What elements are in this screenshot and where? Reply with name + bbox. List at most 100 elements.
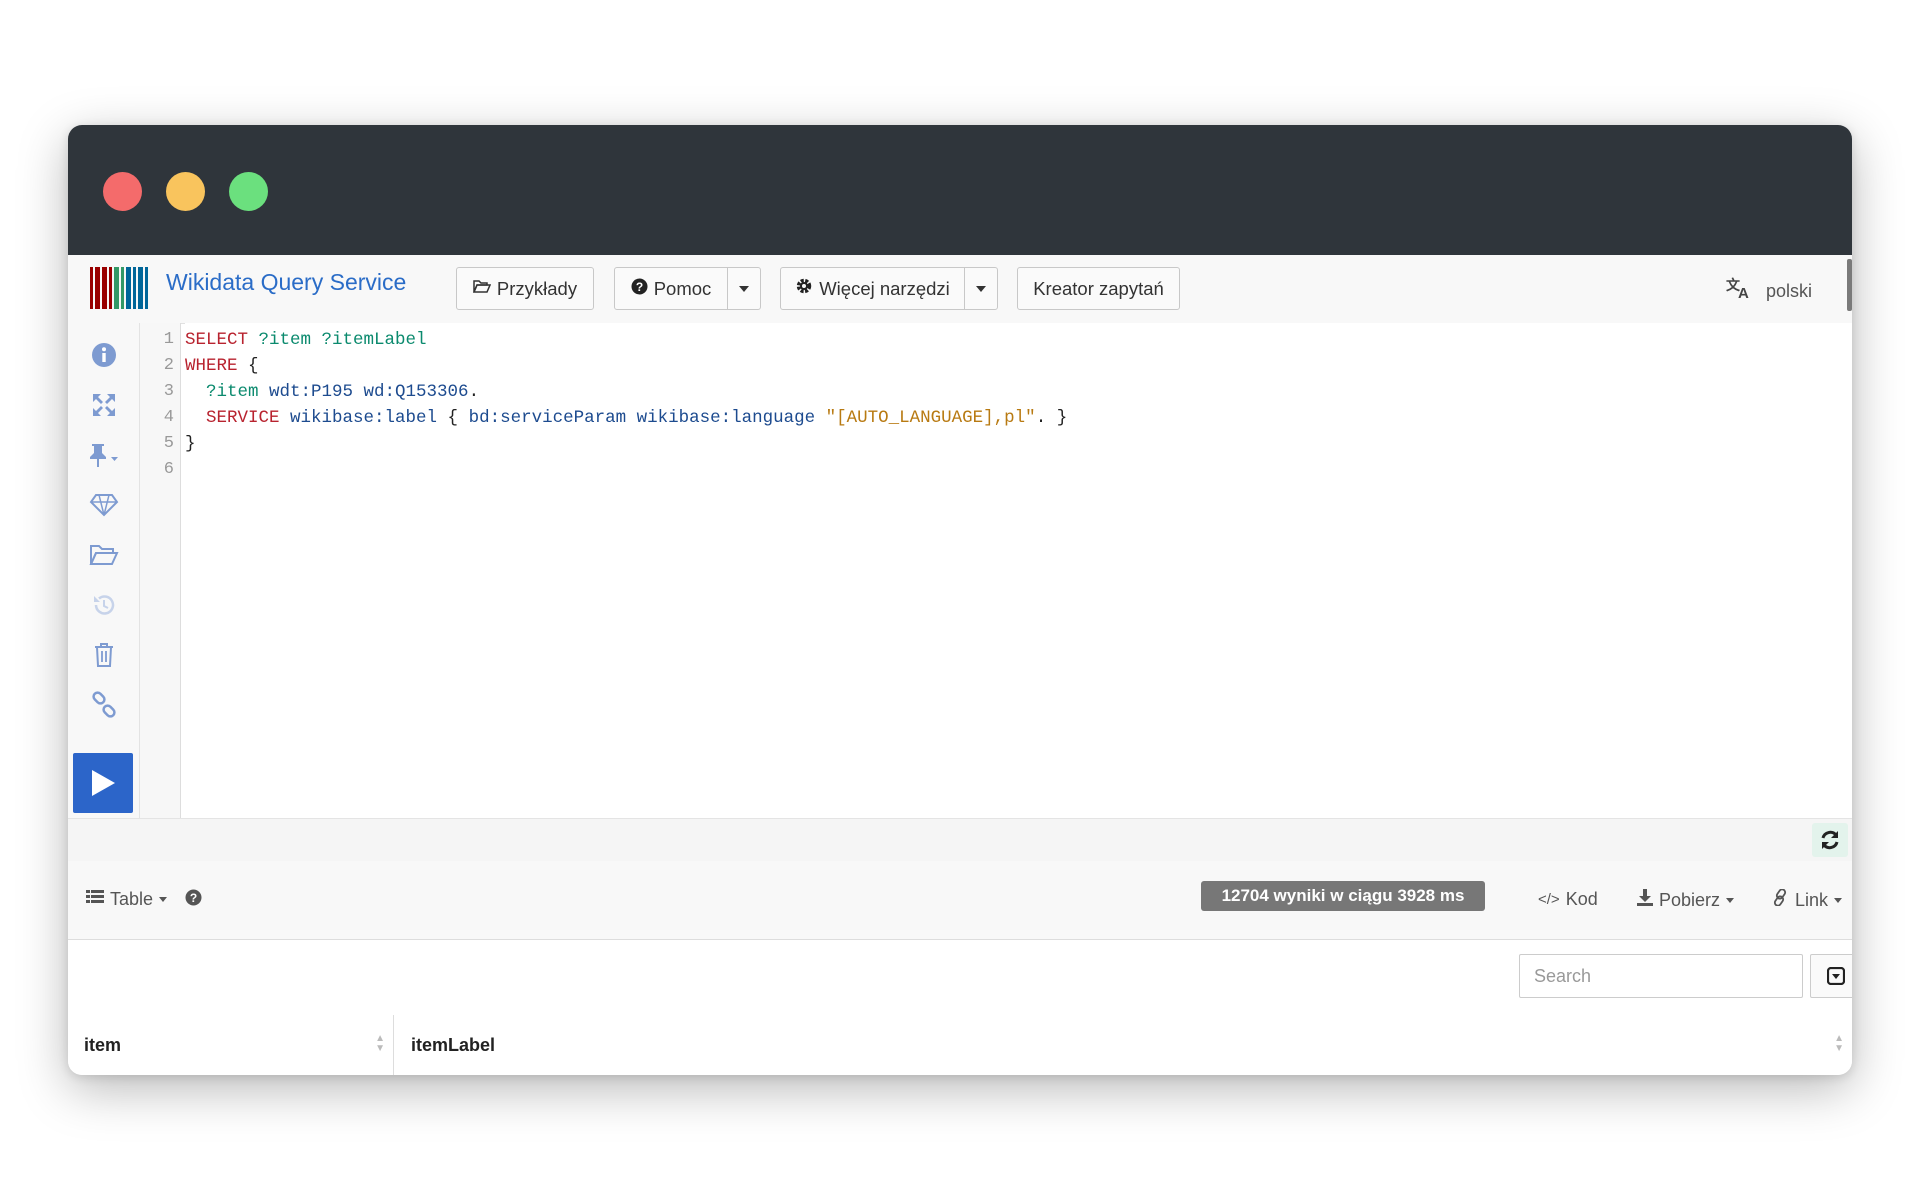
line-number: 5 (163, 434, 174, 453)
query-editor[interactable]: SELECT ?item ?itemLabel WHERE { ?item wd… (185, 323, 1852, 818)
code-label: Kod (1565, 889, 1598, 909)
variable: ?item ?itemLabel (248, 330, 427, 350)
iri: bd:serviceParam wikibase:language (468, 408, 816, 428)
window-titlebar (68, 125, 1852, 255)
line-number: 4 (163, 408, 174, 427)
line-number: 1 (163, 330, 174, 349)
wikidata-logo-icon[interactable] (90, 267, 154, 309)
download-dropdown[interactable]: Pobierz (1637, 889, 1735, 911)
expand-icon[interactable] (86, 387, 122, 423)
code-line-3: ?item wdt:P195 wd:Q153306. (185, 382, 479, 402)
help-label: Pomoc (653, 277, 712, 299)
keyword: SELECT (185, 330, 249, 350)
app-brand-title[interactable]: Wikidata Query Service (166, 269, 406, 296)
diamond-icon[interactable] (86, 487, 122, 523)
keyword: SERVICE (185, 408, 280, 428)
chevron-down-icon (159, 897, 168, 902)
code-text: { (237, 356, 259, 376)
editor-sidebar (68, 323, 140, 818)
display-mode-label: Table (110, 889, 154, 909)
help-button[interactable]: ? Pomoc (614, 267, 728, 310)
line-number: 2 (163, 356, 174, 375)
link-label: Link (1795, 889, 1829, 910)
sort-icon: ▲ ▼ (375, 1033, 385, 1054)
code-line-4: SERVICE wikibase:label { bd:serviceParam… (185, 408, 1067, 428)
editor-resize-bar[interactable] (68, 818, 1852, 862)
code-line-5: } (185, 434, 196, 454)
trash-icon[interactable] (86, 637, 122, 673)
chevron-down-icon (976, 285, 986, 292)
folder-open-icon (472, 279, 492, 299)
gear-icon (795, 277, 813, 300)
code-line-1: SELECT ?item ?itemLabel (185, 330, 427, 350)
search-input[interactable] (1519, 954, 1803, 998)
column-toggle-button[interactable] (1810, 954, 1852, 998)
code-line-2: WHERE { (185, 356, 259, 376)
minimize-window-button[interactable] (166, 172, 205, 211)
code-button[interactable]: </> Kod (1538, 889, 1598, 910)
string-literal: "[AUTO_LANGUAGE],pl" (825, 408, 1036, 428)
help-dropdown-toggle[interactable] (727, 267, 761, 310)
refresh-icon[interactable] (1812, 823, 1848, 857)
language-selector[interactable]: 文A polski (1726, 277, 1812, 305)
result-count-badge: 12704 wyniki w ciągu 3928 ms (1201, 881, 1485, 911)
page-scrollbar[interactable] (1847, 259, 1852, 311)
code-text: { (437, 408, 469, 428)
line-number: 3 (163, 382, 174, 401)
svg-text:?: ? (636, 280, 643, 294)
svg-text:?: ? (190, 891, 197, 905)
results-search-row (68, 940, 1852, 1016)
play-icon (92, 770, 115, 796)
line-number-gutter: 1 2 3 4 5 6 (140, 323, 181, 818)
history-icon[interactable] (86, 587, 122, 623)
query-builder-label: Kreator zapytań (1033, 277, 1164, 299)
question-circle-icon[interactable]: ? (185, 889, 202, 906)
variable: ?item (185, 382, 259, 402)
iri: wdt:P195 wd:Q153306 (258, 382, 469, 402)
table-list-icon (86, 889, 104, 910)
column-header-itemlabel[interactable]: itemLabel ▲ ▼ (395, 1015, 1852, 1075)
code-text: . (468, 382, 480, 402)
chevron-down-icon (1726, 897, 1735, 903)
top-navbar: Wikidata Query Service Przykłady ? Pomoc… (68, 255, 1852, 324)
download-icon (1637, 889, 1653, 911)
svg-text:A: A (1738, 285, 1749, 299)
more-tools-button[interactable]: Więcej narzędzi (780, 267, 965, 310)
column-header-label: item (84, 1034, 122, 1055)
examples-label: Przykłady (496, 277, 578, 299)
translate-icon: 文A (1726, 277, 1754, 305)
caret-square-down-icon (1826, 967, 1845, 985)
close-window-button[interactable] (103, 172, 142, 211)
iri: wikibase:label (279, 408, 438, 428)
link-dropdown[interactable]: Link (1773, 888, 1843, 911)
examples-button[interactable]: Przykłady (456, 267, 594, 310)
question-circle-icon: ? (631, 278, 648, 300)
code-text: . } (1035, 408, 1068, 428)
link-icon[interactable] (86, 687, 122, 723)
app-window: Wikidata Query Service Przykłady ? Pomoc… (68, 125, 1852, 1075)
results-toolbar: Table ? 12704 wyniki w ciągu 3928 ms </>… (68, 861, 1852, 940)
query-builder-button[interactable]: Kreator zapytań (1017, 267, 1180, 310)
maximize-window-button[interactable] (229, 172, 268, 211)
chevron-down-icon (1834, 897, 1843, 903)
sort-icon: ▲ ▼ (1834, 1033, 1844, 1054)
results-table-header: item ▲ ▼ itemLabel ▲ ▼ (68, 1015, 1852, 1075)
column-header-label: itemLabel (411, 1034, 496, 1055)
keyword: WHERE (185, 356, 238, 376)
run-query-button[interactable] (73, 753, 133, 813)
more-tools-label: Więcej narzędzi (819, 277, 950, 299)
link-icon (1773, 888, 1789, 911)
more-tools-dropdown-toggle[interactable] (964, 267, 998, 310)
pin-icon[interactable] (86, 437, 122, 473)
folder-open-icon[interactable] (86, 537, 122, 573)
code-icon: </> (1538, 891, 1560, 908)
download-label: Pobierz (1659, 889, 1721, 910)
column-header-item[interactable]: item ▲ ▼ (68, 1015, 394, 1075)
language-label: polski (1765, 280, 1812, 301)
info-icon[interactable] (86, 337, 122, 373)
code-text: } (185, 434, 196, 454)
display-mode-dropdown[interactable]: Table (86, 889, 168, 910)
chevron-down-icon (739, 285, 749, 292)
line-number: 6 (163, 460, 174, 479)
